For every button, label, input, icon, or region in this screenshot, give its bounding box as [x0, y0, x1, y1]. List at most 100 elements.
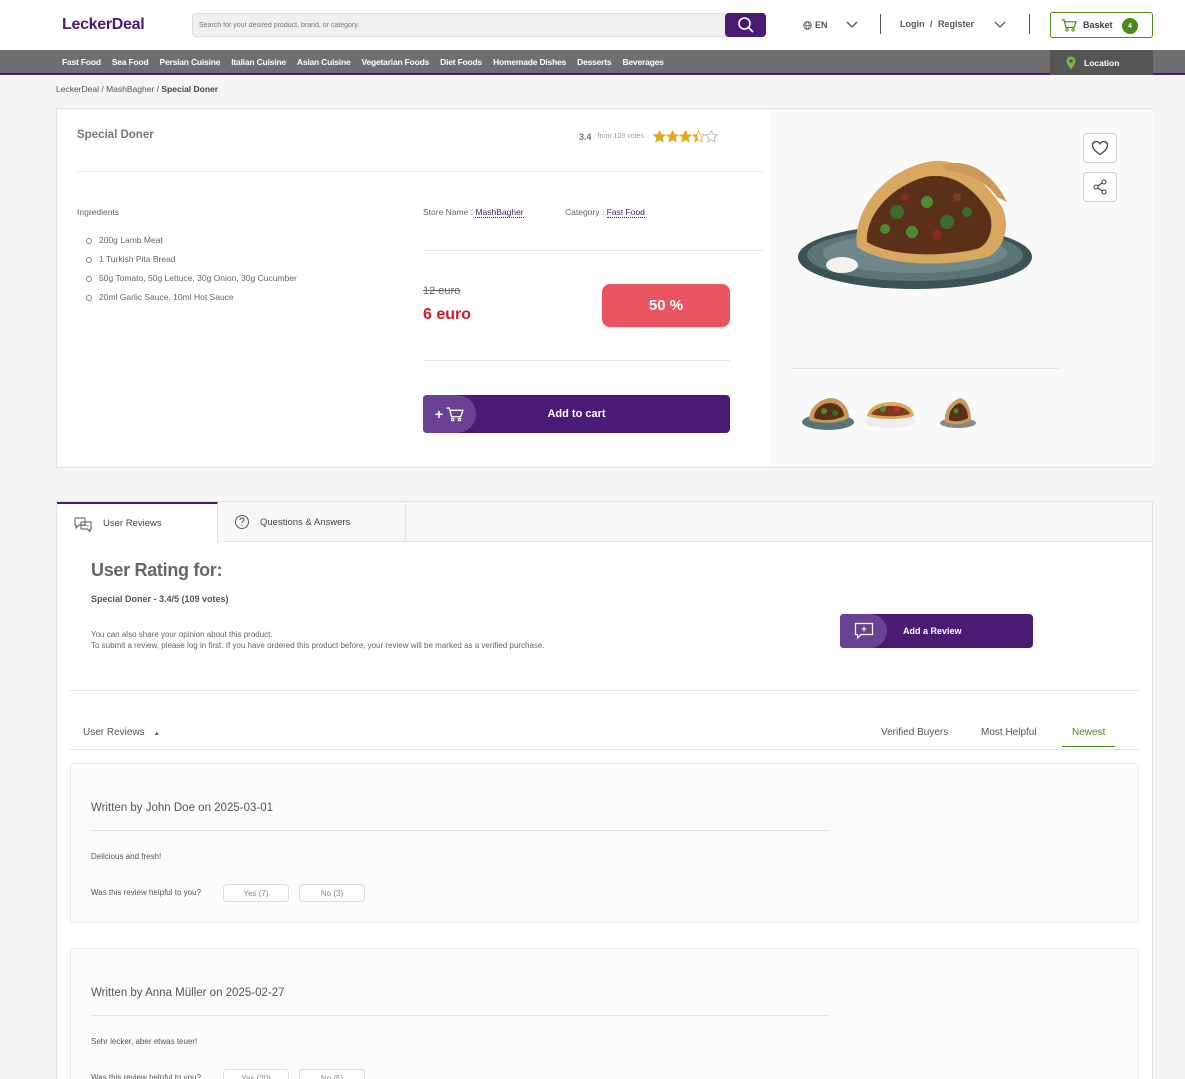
category-nav-items: Fast Food Sea Food Persian Cuisine Italian … [62, 57, 675, 67]
nav-item-italian-cuisine[interactable]: Italian Cuisine [231, 57, 286, 67]
vote-yes-button[interactable]: Yes (20) [223, 1069, 289, 1079]
review-filter-bar: User Reviews ▲ Verified Buyers Most Help… [70, 714, 1139, 750]
divider [423, 360, 730, 361]
divider [91, 1015, 829, 1016]
nav-item-persian-cuisine[interactable]: Persian Cuisine [159, 57, 220, 67]
sort-most-helpful[interactable]: Most Helpful [981, 727, 1037, 738]
sort-newest[interactable]: Newest [1062, 727, 1116, 747]
store-link[interactable]: MashBagher [475, 207, 524, 218]
cart-icon [446, 406, 464, 421]
ingredients-list: 200g Lamb Meat 1 Turkish Pita Bread 50g … [86, 235, 297, 311]
add-review-label: Add a Review [903, 626, 962, 636]
rating-value: 3.4 [579, 131, 592, 142]
star-icon [665, 130, 679, 143]
review-text: Sehr lecker, aber etwas teuer! [91, 1037, 198, 1046]
divider [880, 14, 881, 34]
plus-icon: + [434, 406, 444, 422]
product-thumbnail[interactable] [929, 394, 987, 432]
location-pin-icon [1066, 56, 1076, 69]
star-icon [691, 130, 705, 143]
review-card: Written by John Doe on 2025-03-01 Delici… [70, 763, 1139, 923]
chevron-down-icon[interactable] [994, 21, 1006, 29]
location-button[interactable]: Location [1050, 50, 1153, 75]
nav-item-vegetarian-foods[interactable]: Vegetarian Foods [361, 57, 429, 67]
divider [70, 690, 1139, 691]
vote-yes-button[interactable]: Yes (7) [223, 884, 289, 902]
language-selector[interactable]: EN [803, 20, 828, 30]
review-tabs: User Reviews Questions & Answers [57, 502, 1152, 543]
category-info: Category : Fast Food [565, 207, 645, 218]
add-to-cart-icon-wrap: + [423, 395, 476, 433]
vote-no-button[interactable]: No (5) [299, 1069, 365, 1079]
product-title: Special Doner [77, 129, 154, 141]
add-to-cart-button[interactable]: + Add to cart [423, 395, 730, 433]
tab-user-reviews[interactable]: User Reviews [57, 502, 218, 543]
nav-item-desserts[interactable]: Desserts [577, 57, 612, 67]
review-author: Written by Anna Müller on 2025-02-27 [91, 987, 285, 999]
vote-no-button[interactable]: No (3) [299, 884, 365, 902]
share-button[interactable] [1083, 172, 1117, 202]
divider [91, 830, 829, 831]
ingredients-label: Ingredients [77, 207, 120, 217]
nav-item-beverages[interactable]: Beverages [622, 57, 663, 67]
nav-item-diet-foods[interactable]: Diet Foods [440, 57, 482, 67]
tab-questions-answers-label: Questions & Answers [260, 516, 351, 528]
ingredient-item: 50g Tomato, 50g Lettuce, 30g Onion, 30g … [86, 273, 297, 292]
divider [77, 171, 763, 172]
add-review-icon-wrap [840, 614, 887, 648]
review-instructions-line: You can also share your opinion about th… [91, 630, 273, 639]
cart-icon [1061, 18, 1077, 32]
logo[interactable]: LeckerDeal [62, 16, 145, 34]
star-icon [652, 130, 666, 143]
product-image[interactable] [797, 157, 1037, 297]
ingredient-item: 20ml Garlic Sauce, 10ml Hot Sauce [86, 292, 297, 311]
caret-icon: ▲ [153, 731, 160, 737]
language-label: EN [815, 20, 828, 30]
search-input[interactable] [199, 17, 719, 34]
product-thumbnail[interactable] [799, 394, 857, 432]
nav-item-asian-cuisine[interactable]: Asian Cuisine [297, 57, 351, 67]
review-instructions: You can also share your opinion about th… [91, 629, 545, 651]
product-thumbnail[interactable] [861, 394, 919, 432]
auth-links: Login / Register [900, 19, 974, 29]
sort-verified-buyers[interactable]: Verified Buyers [881, 727, 948, 738]
helpful-question: Was this review helpful to you? [91, 1073, 201, 1079]
review-filter-dropdown[interactable]: User Reviews ▲ [83, 727, 160, 738]
star-icon [678, 130, 692, 143]
search-button[interactable] [725, 13, 766, 37]
comment-plus-icon [854, 622, 873, 640]
product-gallery [769, 109, 1153, 467]
chevron-down-icon[interactable] [846, 21, 858, 29]
favorite-button[interactable] [1083, 133, 1117, 163]
login-link[interactable]: Login [900, 19, 925, 29]
breadcrumb-store[interactable]: MashBagher [106, 84, 154, 94]
store-label: Store Name : [423, 207, 476, 217]
category-nav: Fast Food Sea Food Persian Cuisine Italian … [0, 50, 1185, 75]
ingredient-item: 1 Turkish Pita Bread [86, 254, 297, 273]
old-price: 12 euro [423, 285, 461, 297]
heart-icon [1091, 140, 1109, 156]
location-label: Location [1084, 57, 1120, 68]
nav-item-sea-food[interactable]: Sea Food [112, 57, 149, 67]
nav-item-fast-food[interactable]: Fast Food [62, 57, 101, 67]
add-review-button[interactable]: Add a Review [840, 614, 1033, 648]
discount-badge: 50 % [602, 284, 730, 327]
product-card: Special Doner 3.4 from 109 votes Ingredi… [56, 108, 1153, 468]
nav-item-homemade-dishes[interactable]: Homemade Dishes [493, 57, 566, 67]
basket-button[interactable]: Basket 4 [1050, 12, 1153, 38]
tab-questions-answers[interactable]: Questions & Answers [218, 502, 406, 542]
review-text: Delicious and fresh! [91, 852, 162, 861]
breadcrumb-current: Special Doner [161, 84, 219, 94]
add-to-cart-label: Add to cart [547, 408, 606, 420]
search-icon [737, 17, 754, 33]
auth-separator: / [930, 19, 933, 29]
basket-label: Basket [1083, 20, 1113, 30]
ingredient-item: 200g Lamb Meat [86, 235, 297, 254]
review-author: Written by John Doe on 2025-03-01 [91, 802, 273, 814]
tab-user-reviews-label: User Reviews [103, 518, 162, 529]
breadcrumb-home[interactable]: LeckerDeal [56, 84, 99, 94]
register-link[interactable]: Register [938, 19, 974, 29]
new-price: 6 euro [423, 306, 472, 323]
category-link[interactable]: Fast Food [606, 207, 645, 218]
review-filter-label: User Reviews [83, 727, 145, 738]
